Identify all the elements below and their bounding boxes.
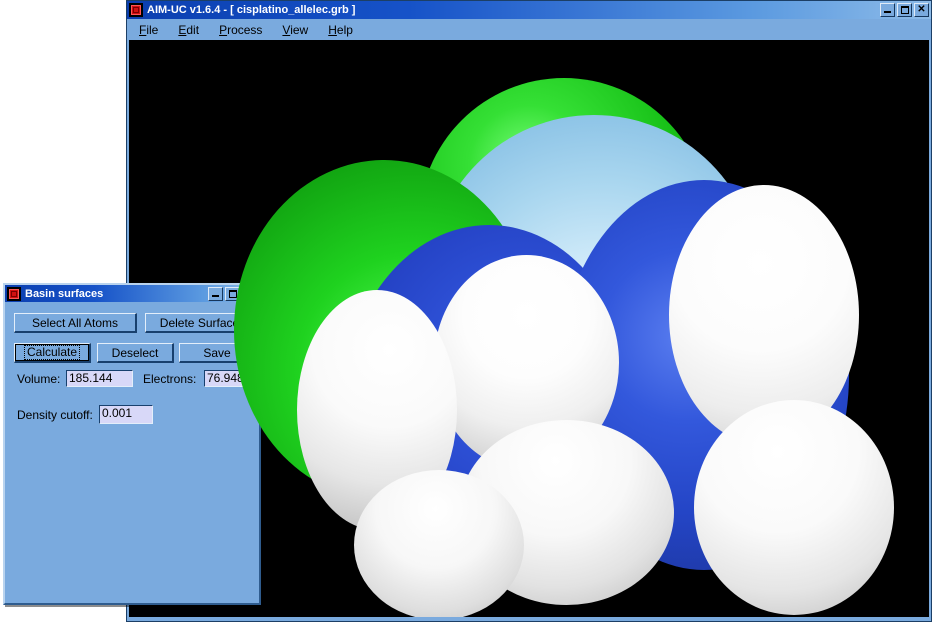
close-button[interactable]: ✕: [914, 3, 929, 17]
menu-item-process[interactable]: Process: [219, 23, 262, 37]
main-window-title: AIM-UC v1.6.4 - [ cisplatino_allelec.grb…: [147, 4, 880, 16]
volume-label: Volume:: [17, 372, 60, 386]
atom-hydrogen-6: [354, 470, 524, 617]
menu-item-file[interactable]: File: [139, 23, 158, 37]
menu-item-view[interactable]: View: [282, 23, 308, 37]
maximize-button[interactable]: [897, 3, 912, 17]
main-window-title-buttons: ✕: [880, 3, 929, 17]
electrons-label: Electrons:: [143, 372, 196, 386]
basin-dialog-body: Select All Atoms Delete Surface Calculat…: [5, 302, 259, 603]
minimize-button[interactable]: [880, 3, 895, 17]
select-all-atoms-button[interactable]: Select All Atoms: [14, 313, 137, 333]
basin-surfaces-dialog: Basin surfaces ✕ Select All Atoms Delete…: [3, 283, 261, 605]
dialog-minimize-button[interactable]: [208, 287, 223, 301]
main-window-titlebar[interactable]: AIM-UC v1.6.4 - [ cisplatino_allelec.grb…: [127, 1, 931, 19]
volume-value: 185.144: [66, 370, 133, 387]
app-cube-icon: [129, 3, 143, 17]
menu-item-help[interactable]: Help: [328, 23, 353, 37]
main-menubar: File Edit Process View Help: [127, 19, 931, 40]
density-cutoff-input[interactable]: 0.001: [99, 405, 153, 424]
menu-item-edit[interactable]: Edit: [178, 23, 199, 37]
calculate-button[interactable]: Calculate: [14, 343, 91, 363]
basin-dialog-title: Basin surfaces: [25, 288, 208, 300]
app-cube-icon: [7, 287, 21, 301]
atom-hydrogen-5: [694, 400, 894, 615]
screen: AIM-UC v1.6.4 - [ cisplatino_allelec.grb…: [0, 0, 932, 628]
basin-dialog-titlebar[interactable]: Basin surfaces ✕: [5, 285, 259, 302]
deselect-button[interactable]: Deselect: [97, 343, 174, 363]
density-cutoff-label: Density cutoff:: [17, 408, 93, 422]
calculate-button-label: Calculate: [24, 345, 80, 360]
